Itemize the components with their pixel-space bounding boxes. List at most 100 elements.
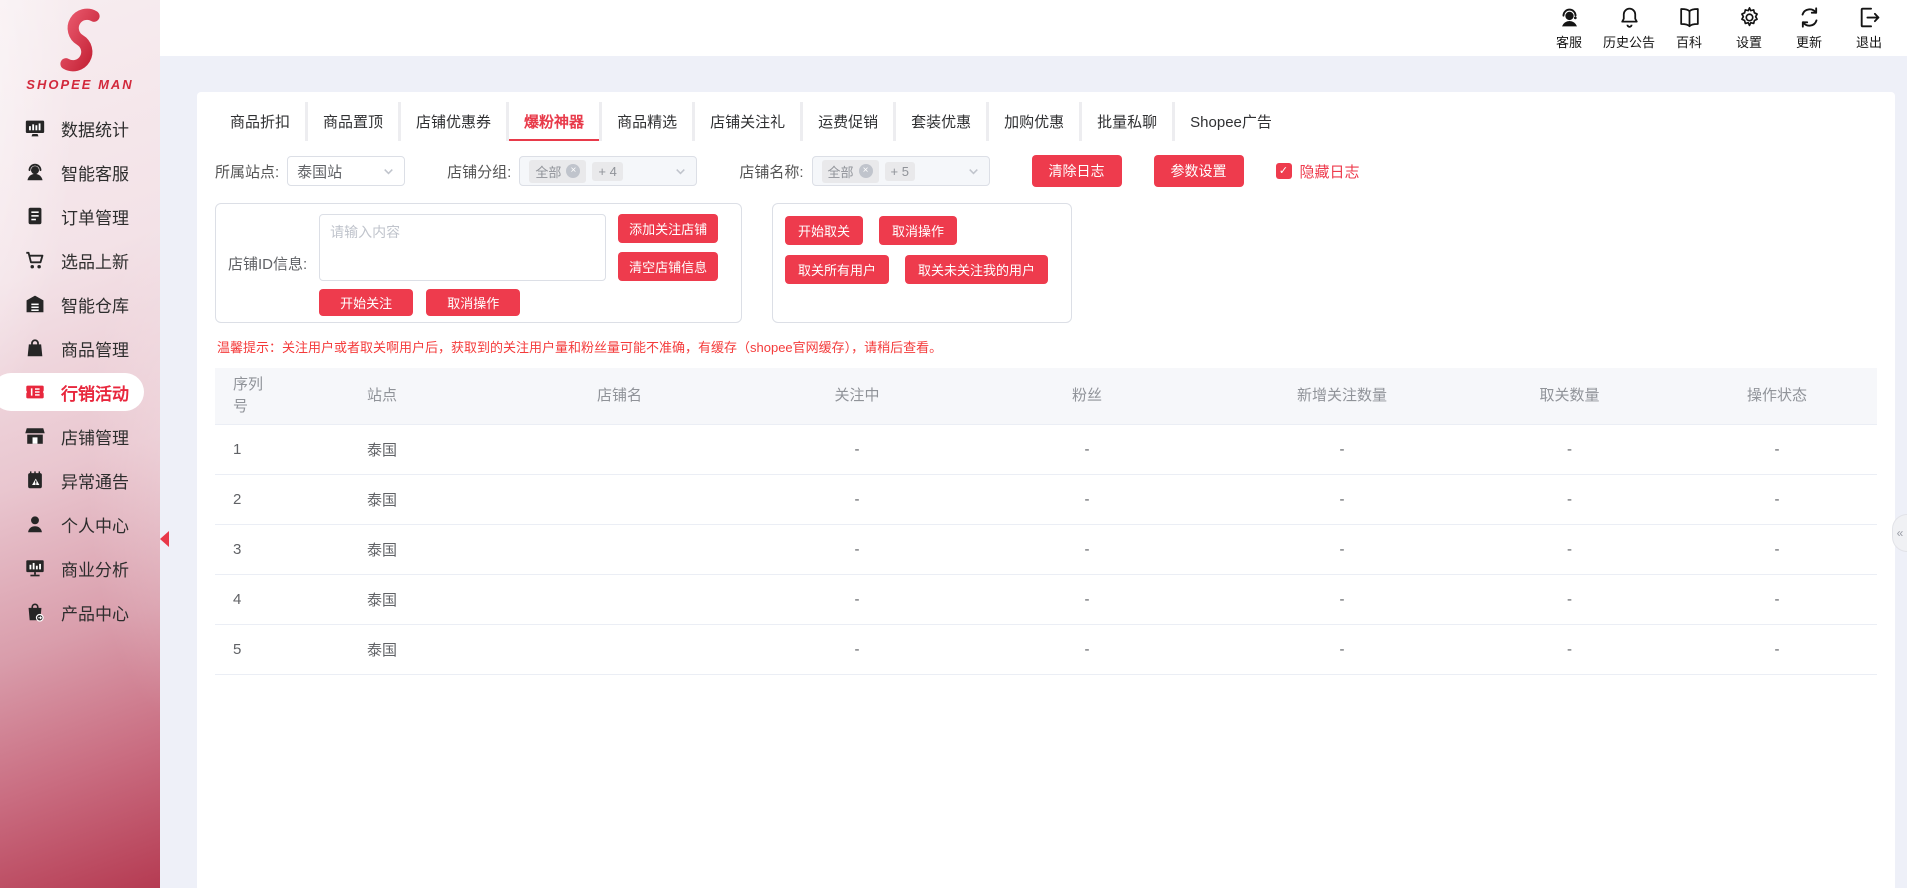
shop_name-cell xyxy=(477,574,762,624)
add-follow-shop-button[interactable]: 添加关注店铺 xyxy=(618,214,718,243)
shop-id-input-row: 添加关注店铺 清空店铺信息 xyxy=(319,214,729,281)
sidebar-item-label: 异常通告 xyxy=(61,468,129,493)
column-header-site: 站点 xyxy=(287,368,477,424)
sidebar-item-label: 个人中心 xyxy=(61,512,129,537)
topbar-action-customer-service[interactable]: 客服 xyxy=(1539,5,1599,51)
sidebar-item-data-statistics[interactable]: 数据统计 xyxy=(0,106,160,150)
tab-shop-coupon[interactable]: 店铺优惠券 xyxy=(401,102,506,141)
sidebar-item-smart-warehouse[interactable]: 智能仓库 xyxy=(0,282,160,326)
unfollows-cell: - xyxy=(1462,574,1677,624)
sidebar-item-business-analysis[interactable]: 商业分析 xyxy=(0,546,160,590)
new_follows-cell: - xyxy=(1222,574,1462,624)
sidebar-collapse-arrow-icon[interactable] xyxy=(160,531,169,547)
sidebar-item-abnormal-notice[interactable]: 异常通告 xyxy=(0,458,160,502)
tab-bundle-deal[interactable]: 套装优惠 xyxy=(896,102,986,141)
new_follows-cell: - xyxy=(1222,524,1462,574)
tab-product-discount[interactable]: 商品折扣 xyxy=(215,102,305,141)
document-icon xyxy=(24,205,46,227)
topbar-action-label: 客服 xyxy=(1556,32,1582,51)
clear-shop-info-button[interactable]: 清空店铺信息 xyxy=(618,252,718,281)
follow-panel: 店铺ID信息: 添加关注店铺 清空店铺信息 开始关注 取消操作 xyxy=(215,203,742,323)
agent-icon xyxy=(24,161,46,183)
filter-row: 所属站点: 泰国站 店铺分组: 全部 × + 4 店铺名称: xyxy=(215,155,1877,187)
tab-shop-follow-gift[interactable]: 店铺关注礼 xyxy=(695,102,800,141)
collapse-glyph: « xyxy=(1897,526,1904,540)
sidebar-item-personal-center[interactable]: 个人中心 xyxy=(0,502,160,546)
sidebar-item-order-management[interactable]: 订单管理 xyxy=(0,194,160,238)
cancel-follow-button[interactable]: 取消操作 xyxy=(426,289,520,316)
handbag-icon xyxy=(24,337,46,359)
sidebar-item-label: 订单管理 xyxy=(61,204,129,229)
shop-name-select[interactable]: 全部 × + 5 xyxy=(812,156,990,186)
following-cell: - xyxy=(762,524,952,574)
tag-remove-icon[interactable]: × xyxy=(566,164,580,178)
group-select[interactable]: 全部 × + 4 xyxy=(519,156,697,186)
sidebar-item-label: 智能仓库 xyxy=(61,292,129,317)
topbar-action-wiki[interactable]: 百科 xyxy=(1659,5,1719,51)
start-follow-button[interactable]: 开始关注 xyxy=(319,289,413,316)
sidebar-item-product-management[interactable]: 商品管理 xyxy=(0,326,160,370)
hide-log-checkbox[interactable]: ✓ xyxy=(1276,163,1292,179)
tabs-bar: 商品折扣商品置顶店铺优惠券爆粉神器商品精选店铺关注礼运费促销套装优惠加购优惠批量… xyxy=(215,102,1287,141)
following-cell: - xyxy=(762,574,952,624)
topbar-action-label: 设置 xyxy=(1736,32,1762,51)
tag-remove-icon[interactable]: × xyxy=(859,164,873,178)
topbar-action-label: 百科 xyxy=(1676,32,1702,51)
tab-fan-booster[interactable]: 爆粉神器 xyxy=(509,102,599,141)
fans-cell: - xyxy=(952,524,1222,574)
sidebar-item-marketing-activities[interactable]: 行销活动 xyxy=(0,373,144,411)
unfollow-all-users-button[interactable]: 取关所有用户 xyxy=(785,255,889,284)
status-cell: - xyxy=(1677,624,1877,674)
shop_name-cell xyxy=(477,624,762,674)
topbar-action-label: 更新 xyxy=(1796,32,1822,51)
table-row: 2泰国----- xyxy=(215,474,1877,524)
tab-product-selection[interactable]: 商品精选 xyxy=(602,102,692,141)
tab-bulk-private-chat[interactable]: 批量私聊 xyxy=(1082,102,1172,141)
tab-shipping-promo[interactable]: 运费促销 xyxy=(803,102,893,141)
new_follows-cell: - xyxy=(1222,474,1462,524)
param-settings-button[interactable]: 参数设置 xyxy=(1154,155,1244,187)
cancel-unfollow-button[interactable]: 取消操作 xyxy=(879,216,957,245)
shop-id-textarea[interactable] xyxy=(319,214,606,281)
cart-icon xyxy=(24,249,46,271)
topbar-action-settings[interactable]: 设置 xyxy=(1719,5,1779,51)
monitor-stats-icon xyxy=(24,117,46,139)
sidebar-item-label: 选品上新 xyxy=(61,248,129,273)
clear-log-button[interactable]: 清除日志 xyxy=(1032,155,1122,187)
sidebar-item-shop-management[interactable]: 店铺管理 xyxy=(0,414,160,458)
tab-product-top[interactable]: 商品置顶 xyxy=(308,102,398,141)
topbar-action-label: 历史公告 xyxy=(1603,32,1655,51)
sidebar-item-product-picking[interactable]: 选品上新 xyxy=(0,238,160,282)
headset-icon xyxy=(1557,5,1582,30)
tab-add-on-deal[interactable]: 加购优惠 xyxy=(989,102,1079,141)
table-row: 5泰国----- xyxy=(215,624,1877,674)
drawer-collapse-handle[interactable]: « xyxy=(1892,514,1907,552)
sidebar-item-smart-customer-service[interactable]: 智能客服 xyxy=(0,150,160,194)
shop_name-cell xyxy=(477,524,762,574)
column-header-index: 序列号 xyxy=(215,368,287,424)
column-header-status: 操作状态 xyxy=(1677,368,1877,424)
tab-shopee-ads[interactable]: Shopee广告 xyxy=(1175,102,1287,141)
fans-cell: - xyxy=(952,424,1222,474)
topbar-action-history-announcements[interactable]: 历史公告 xyxy=(1599,5,1659,51)
follow-action-buttons: 开始关注 取消操作 xyxy=(319,289,729,316)
sidebar-item-product-center[interactable]: 产品中心 xyxy=(0,590,160,634)
name-selected-tag: 全部 × xyxy=(822,160,879,183)
topbar-action-logout[interactable]: 退出 xyxy=(1839,5,1899,51)
start-unfollow-button[interactable]: 开始取关 xyxy=(785,216,863,245)
topbar-action-update[interactable]: 更新 xyxy=(1779,5,1839,51)
unfollow-not-following-button[interactable]: 取关未关注我的用户 xyxy=(905,255,1048,284)
unfollows-cell: - xyxy=(1462,424,1677,474)
unfollows-cell: - xyxy=(1462,624,1677,674)
sidebar-item-label: 数据统计 xyxy=(61,116,129,141)
site-select[interactable]: 泰国站 xyxy=(287,156,405,186)
topbar-action-label: 退出 xyxy=(1856,32,1882,51)
chevron-down-icon xyxy=(674,165,687,178)
status-cell: - xyxy=(1677,524,1877,574)
unfollow-row-1: 开始取关 取消操作 xyxy=(785,216,1059,245)
table-row: 3泰国----- xyxy=(215,524,1877,574)
sidebar-item-label: 智能客服 xyxy=(61,160,129,185)
status-cell: - xyxy=(1677,424,1877,474)
gear-icon xyxy=(1737,5,1762,30)
fans-cell: - xyxy=(952,574,1222,624)
